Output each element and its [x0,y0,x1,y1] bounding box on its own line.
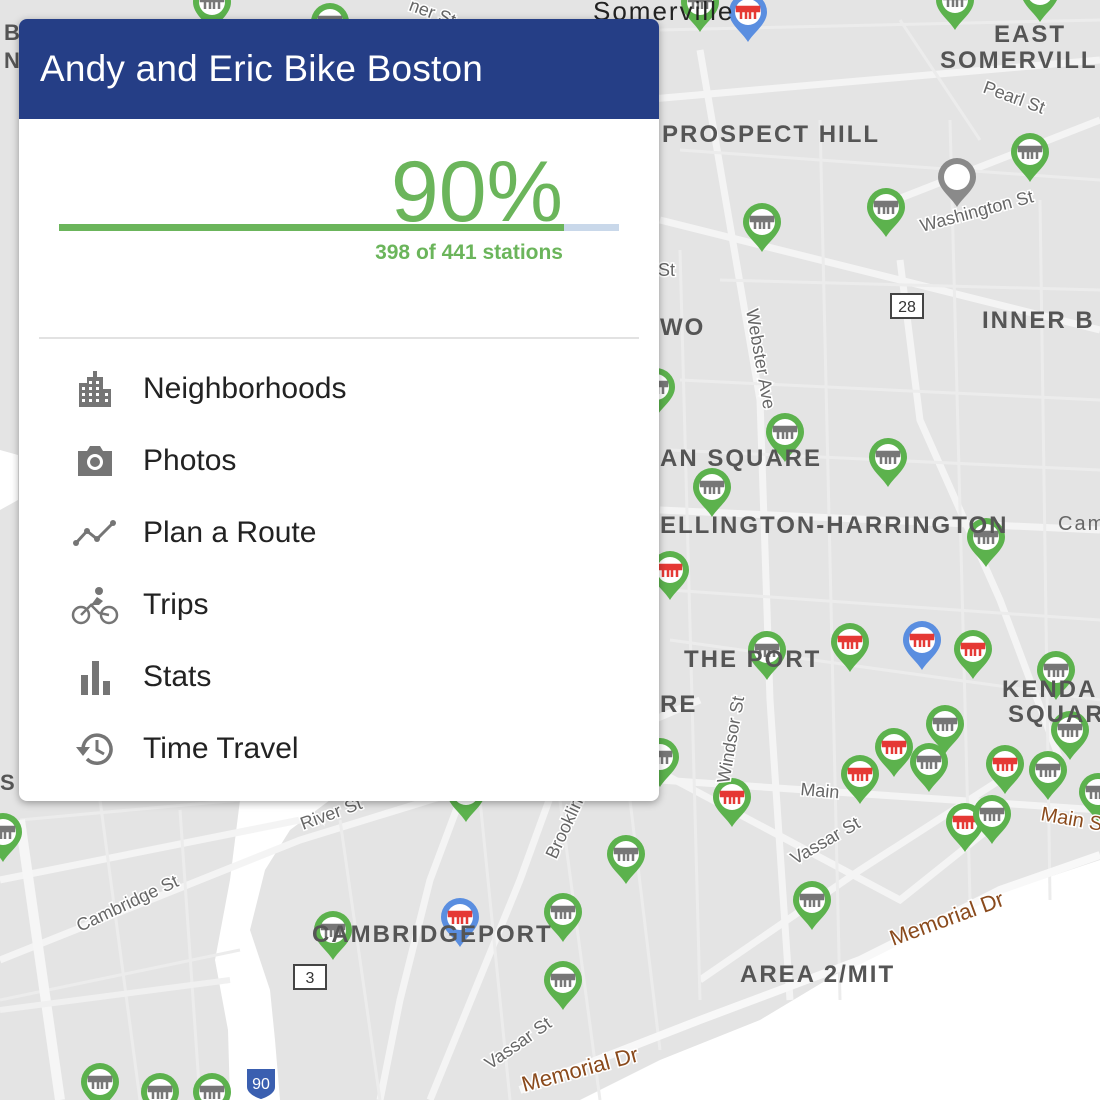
progress-section: 90% 398 of 441 stations [19,119,659,339]
menu-label: Neighborhoods [143,372,347,405]
menu-item-neighborhoods[interactable]: Neighborhoods [19,353,659,425]
route-icon [71,509,119,557]
menu-label: Stats [143,660,212,693]
city-icon [71,365,119,413]
menu-item-trips[interactable]: Trips [19,569,659,641]
progress-bar [59,224,619,231]
divider [39,337,639,339]
menu-label: Plan a Route [143,516,317,549]
area-label: PROSPECT HILL [662,121,880,148]
menu-list: Neighborhoods Photos Plan a Route Trips … [19,353,659,785]
area-label: INNER B [982,307,1095,334]
area-label: THE PORT [684,646,821,673]
panel-header: Andy and Eric Bike Boston [19,19,659,119]
menu-item-time-travel[interactable]: Time Travel [19,713,659,785]
area-label: KENDA [1002,676,1097,703]
river-inlet [0,450,18,510]
route-number: 28 [898,299,916,316]
area-label: WO [660,314,705,341]
area-label: S [0,770,17,795]
station-marker-visited[interactable] [81,1063,119,1100]
street-label: St [658,260,675,280]
route-number: 3 [306,970,315,987]
street-label: Main [800,779,841,802]
stations-count: 398 of 441 stations [375,241,563,264]
menu-item-stats[interactable]: Stats [19,641,659,713]
route-shield: 3 [293,964,327,990]
area-label: AN SQUARE [660,445,822,472]
menu-label: Photos [143,444,237,477]
menu-label: Trips [143,588,209,621]
area-label: CAMBRIDGEPORT [312,921,553,948]
menu-item-plan-route[interactable]: Plan a Route [19,497,659,569]
sidebar-panel: Andy and Eric Bike Boston 90% 398 of 441… [19,19,659,801]
menu-item-photos[interactable]: Photos [19,425,659,497]
bar-chart-icon [71,653,119,701]
camera-icon [71,437,119,485]
area-label: AREA 2/MIT [740,961,895,988]
area-label: RE [660,691,697,718]
area-label: ELLINGTON-HARRINGTON [660,512,1008,539]
route-number: 90 [252,1076,270,1093]
area-label: SQUAR [1008,701,1100,728]
area-label: SOMERVILL [940,47,1098,74]
route-shield: 28 [890,293,924,319]
app-title: Andy and Eric Bike Boston [40,48,484,89]
history-icon [71,725,119,773]
area-label: Cam [1058,513,1100,535]
area-label: EAST [994,21,1066,48]
menu-label: Time Travel [143,732,299,765]
bike-icon [71,581,119,629]
progress-percent: 90% [390,144,563,240]
progress-bar-fill [59,224,565,231]
